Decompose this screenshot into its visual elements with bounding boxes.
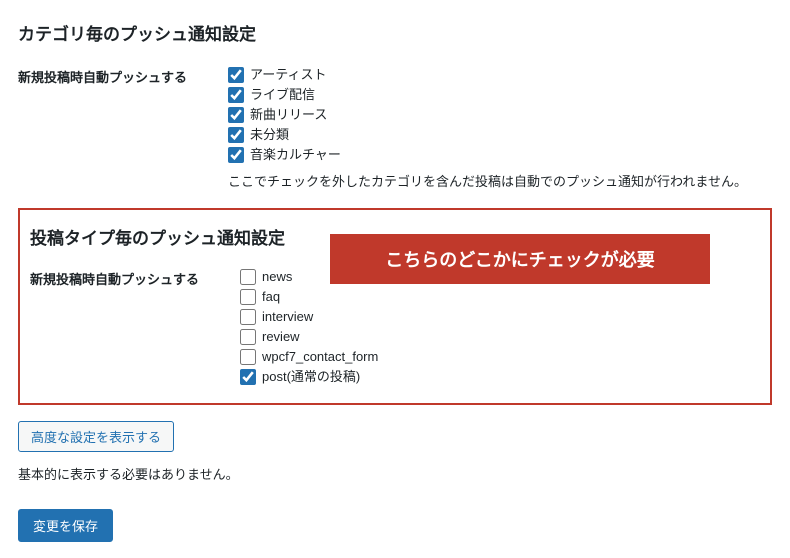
post-type-auto-push-label: 新規投稿時自動プッシュする: [30, 267, 240, 288]
post-type-checkbox-group: news faq interview review wpcf7_contact_…: [240, 267, 760, 387]
category-item[interactable]: 新曲リリース: [228, 105, 772, 125]
category-item[interactable]: 未分類: [228, 125, 772, 145]
category-item-label: アーティスト: [250, 65, 326, 85]
post-type-item[interactable]: post(通常の投稿): [240, 367, 760, 387]
post-type-item[interactable]: review: [240, 327, 760, 347]
show-advanced-button[interactable]: 高度な設定を表示する: [18, 421, 174, 452]
post-type-item[interactable]: interview: [240, 307, 760, 327]
save-button[interactable]: 変更を保存: [18, 509, 113, 542]
callout-banner: こちらのどこかにチェックが必要: [330, 234, 710, 284]
category-form-row: 新規投稿時自動プッシュする アーティスト ライブ配信 新曲リリース 未分類 音楽…: [18, 65, 772, 165]
category-item[interactable]: 音楽カルチャー: [228, 145, 772, 165]
post-type-checkbox-post[interactable]: [240, 369, 256, 385]
category-item-label: 未分類: [250, 125, 289, 145]
post-type-item-label: post(通常の投稿): [262, 367, 360, 387]
category-checkbox-group: アーティスト ライブ配信 新曲リリース 未分類 音楽カルチャー: [228, 65, 772, 165]
post-type-checkbox-wpcf7[interactable]: [240, 349, 256, 365]
post-type-checkbox-faq[interactable]: [240, 289, 256, 305]
post-type-form-row: 新規投稿時自動プッシュする news faq interview review …: [30, 267, 760, 387]
post-type-checkbox-interview[interactable]: [240, 309, 256, 325]
category-item[interactable]: アーティスト: [228, 65, 772, 85]
category-auto-push-label: 新規投稿時自動プッシュする: [18, 65, 228, 86]
post-type-item-label: news: [262, 267, 292, 287]
category-checkbox-music-culture[interactable]: [228, 147, 244, 163]
category-checkbox-uncategorized[interactable]: [228, 127, 244, 143]
category-item-label: 新曲リリース: [250, 105, 327, 125]
category-help-text: ここでチェックを外したカテゴリを含んだ投稿は自動でのプッシュ通知が行われません。: [18, 171, 772, 190]
post-type-item[interactable]: wpcf7_contact_form: [240, 347, 760, 367]
post-type-item-label: wpcf7_contact_form: [262, 347, 378, 367]
post-type-checkbox-news[interactable]: [240, 269, 256, 285]
category-checkbox-release[interactable]: [228, 107, 244, 123]
post-type-checkbox-review[interactable]: [240, 329, 256, 345]
category-checkbox-live[interactable]: [228, 87, 244, 103]
post-type-item[interactable]: faq: [240, 287, 760, 307]
category-item[interactable]: ライブ配信: [228, 85, 772, 105]
advanced-note: 基本的に表示する必要はありません。: [18, 464, 772, 483]
post-type-item-label: review: [262, 327, 300, 347]
category-item-label: 音楽カルチャー: [250, 145, 341, 165]
category-section-title: カテゴリ毎のプッシュ通知設定: [18, 20, 772, 45]
category-item-label: ライブ配信: [250, 85, 315, 105]
post-type-item-label: interview: [262, 307, 313, 327]
post-type-item-label: faq: [262, 287, 280, 307]
post-type-section-box: こちらのどこかにチェックが必要 投稿タイプ毎のプッシュ通知設定 新規投稿時自動プ…: [18, 208, 772, 405]
category-checkbox-artist[interactable]: [228, 67, 244, 83]
